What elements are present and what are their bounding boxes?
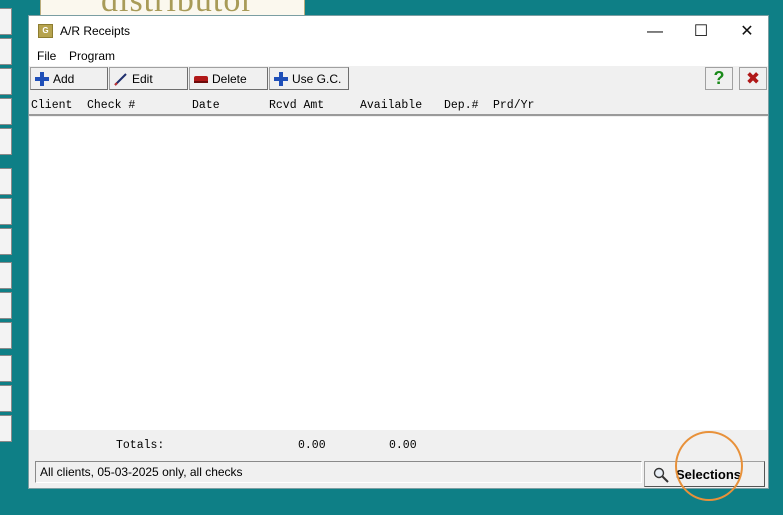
background-button — [0, 228, 12, 255]
minimize-button[interactable]: — — [632, 16, 678, 47]
background-button — [0, 292, 12, 319]
maximize-button[interactable]: ☐ — [678, 16, 724, 47]
magnifier-icon — [653, 467, 669, 483]
app-icon: G — [38, 24, 53, 38]
background-button — [0, 415, 12, 442]
totals-rcvd-amt: 0.00 — [298, 439, 326, 452]
column-header-client[interactable]: Client — [31, 99, 72, 112]
menu-file[interactable]: File — [37, 49, 56, 63]
menu-program[interactable]: Program — [69, 49, 115, 63]
toolbar: Add Edit Delete Use G.C. ? ✖ — [29, 66, 768, 92]
close-button[interactable]: ✕ — [724, 16, 770, 47]
column-header-dep[interactable]: Dep.# — [444, 99, 479, 112]
totals-label: Totals: — [116, 439, 165, 452]
totals-row: Totals: 0.00 0.00 — [29, 431, 768, 456]
background-button — [0, 68, 12, 95]
ar-receipts-window: G A/R Receipts — ☐ ✕ File Program Add Ed… — [28, 15, 769, 489]
receipts-list[interactable] — [30, 117, 767, 430]
use-gc-button[interactable]: Use G.C. — [269, 67, 349, 90]
column-header-row: Client Check # Date Rcvd Amt Available D… — [29, 94, 768, 116]
plus-icon — [35, 72, 49, 86]
background-button — [0, 38, 12, 65]
exit-icon: ✖ — [745, 69, 761, 88]
background-button — [0, 98, 12, 125]
edit-label: Edit — [132, 72, 153, 86]
background-button — [0, 262, 12, 289]
plus-icon — [274, 72, 288, 86]
add-label: Add — [53, 72, 75, 86]
column-header-date[interactable]: Date — [192, 99, 220, 112]
window-title: A/R Receipts — [60, 24, 131, 38]
background-button — [0, 385, 12, 412]
title-bar: G A/R Receipts — ☐ ✕ — [29, 16, 768, 47]
background-app-strip — [0, 0, 28, 515]
menu-bar: File Program — [29, 47, 768, 66]
background-button — [0, 322, 12, 349]
exit-button[interactable]: ✖ — [739, 67, 767, 90]
background-button — [0, 355, 12, 382]
delete-label: Delete — [212, 72, 247, 86]
column-header-rcvd-amt[interactable]: Rcvd Amt — [269, 99, 324, 112]
highlight-circle — [675, 431, 743, 501]
selection-status-text: All clients, 05-03-2025 only, all checks — [35, 461, 642, 483]
delete-button[interactable]: Delete — [189, 67, 268, 90]
help-icon: ? — [713, 68, 725, 88]
totals-available: 0.00 — [389, 439, 417, 452]
background-logo: distributor — [40, 0, 305, 16]
add-button[interactable]: Add — [30, 67, 108, 90]
help-button[interactable]: ? — [705, 67, 733, 90]
column-header-available[interactable]: Available — [360, 99, 422, 112]
background-button — [0, 128, 12, 155]
background-button — [0, 198, 12, 225]
background-logo-text: distributor — [101, 0, 254, 15]
pencil-icon — [114, 73, 127, 86]
background-button — [0, 8, 12, 35]
column-header-check[interactable]: Check # — [87, 99, 135, 112]
edit-button[interactable]: Edit — [109, 67, 188, 90]
eraser-icon — [194, 76, 208, 83]
background-button — [0, 168, 12, 195]
use-gc-label: Use G.C. — [292, 72, 342, 86]
column-header-prd-yr[interactable]: Prd/Yr — [493, 99, 534, 112]
